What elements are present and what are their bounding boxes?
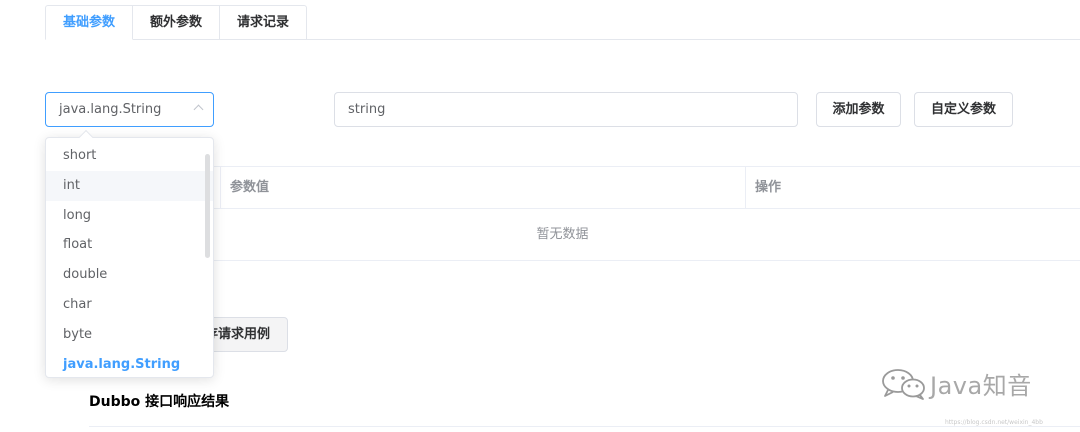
param-type-select-value: java.lang.String xyxy=(59,102,162,117)
dropdown-option-int[interactable]: int xyxy=(46,170,213,201)
watermark-text: Java知音 xyxy=(930,372,1032,400)
tab-bar: 基础参数 额外参数 请求记录 xyxy=(45,5,308,40)
param-value-input[interactable] xyxy=(334,92,798,127)
dropdown-option-float[interactable]: float xyxy=(46,230,213,260)
watermark-url: https://blog.csdn.net/weixin_4bb xyxy=(945,419,1043,426)
dropdown-option-java-lang-string[interactable]: java.lang.String xyxy=(46,350,213,377)
param-type-select[interactable]: java.lang.String xyxy=(45,92,214,127)
dropdown-option-long[interactable]: long xyxy=(46,201,213,231)
dropdown-scrollbar[interactable] xyxy=(205,154,210,258)
column-header-param-value: 参数值 xyxy=(230,180,270,195)
column-header-actions: 操作 xyxy=(755,180,782,195)
param-type-dropdown: short int long float double char byte ja… xyxy=(45,137,214,378)
dropdown-option-byte[interactable]: byte xyxy=(46,320,213,350)
tab-basic-params[interactable]: 基础参数 xyxy=(45,5,134,40)
wechat-icon xyxy=(882,368,925,400)
dropdown-option-short[interactable]: short xyxy=(46,141,213,171)
tab-extra-params[interactable]: 额外参数 xyxy=(133,5,221,40)
dropdown-option-char[interactable]: char xyxy=(46,290,213,320)
add-param-button[interactable]: 添加参数 xyxy=(816,92,901,127)
response-section-title: Dubbo 接口响应结果 xyxy=(89,394,230,410)
custom-param-button[interactable]: 自定义参数 xyxy=(914,92,1013,127)
divider xyxy=(89,426,1080,427)
dropdown-option-double[interactable]: double xyxy=(46,260,213,290)
chevron-up-icon xyxy=(193,104,204,115)
watermark: Java知音 xyxy=(880,366,1032,401)
tab-request-history[interactable]: 请求记录 xyxy=(220,5,308,40)
